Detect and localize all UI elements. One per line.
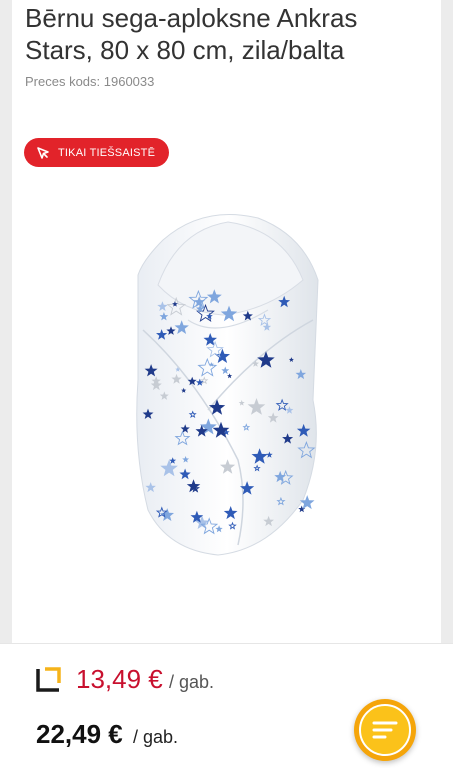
badge-label: TIKAI TIEŠSAISTĒ: [58, 146, 156, 159]
promo-price: 13,49 €: [76, 664, 163, 694]
chat-inner: [359, 704, 411, 756]
product-title: Bērnu sega-aploksne Ankras Stars, 80 x 8…: [25, 3, 358, 65]
promo-price-unit: / gab.: [169, 672, 215, 692]
chat-lines-icon: [372, 721, 398, 739]
online-only-badge: TIKAI TIEŠSAISTĒ: [24, 138, 170, 167]
product-image[interactable]: [118, 200, 328, 570]
product-sku: Preces kods: 1960033: [25, 74, 155, 89]
loyalty-card-icon: [36, 667, 61, 692]
chat-button[interactable]: [354, 699, 416, 761]
regular-price: 22,49 €: [36, 719, 123, 749]
regular-price-unit: / gab.: [133, 727, 179, 747]
cursor-icon: [37, 146, 49, 159]
